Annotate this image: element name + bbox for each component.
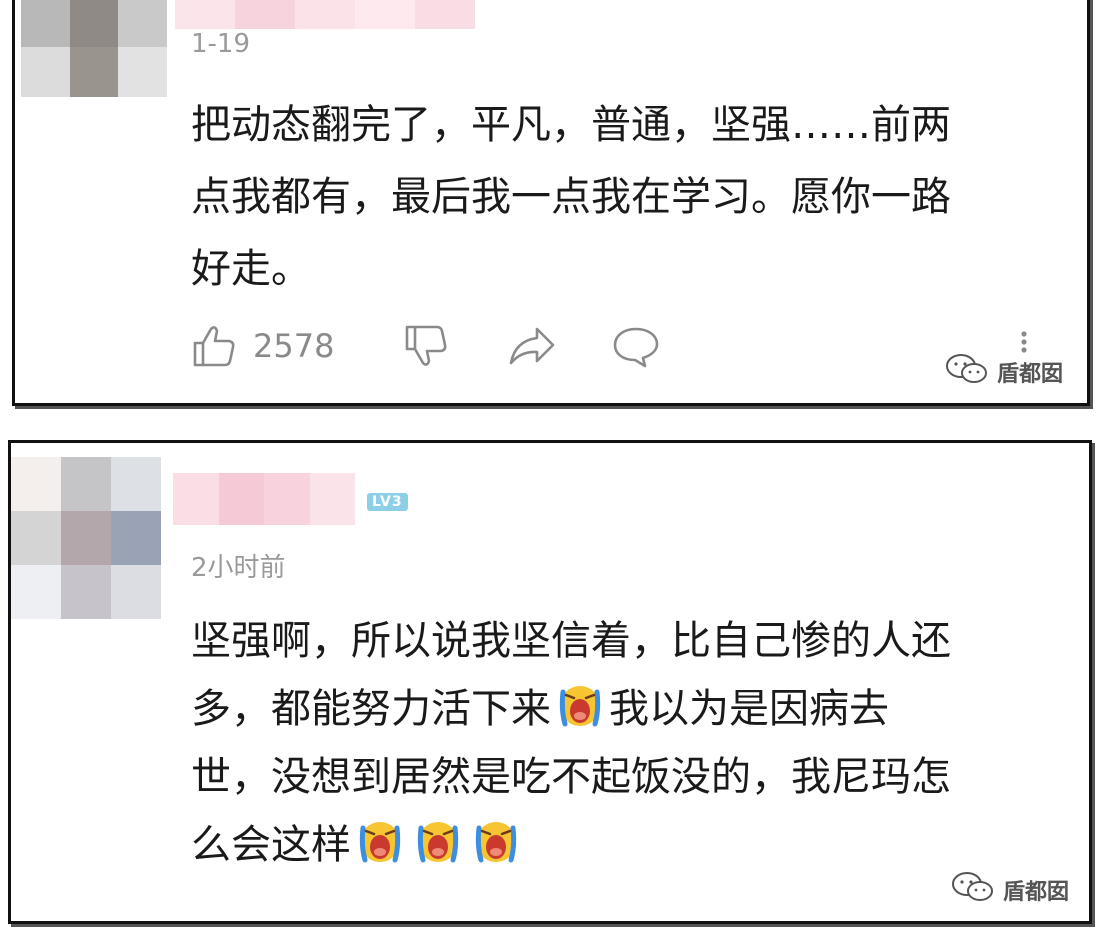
avatar[interactable] (21, 0, 167, 97)
comment-icon (611, 323, 661, 369)
wechat-logo-icon (943, 353, 997, 391)
username-blurred[interactable] (175, 0, 475, 29)
share-icon (507, 323, 557, 369)
avatar[interactable] (11, 457, 161, 619)
dislike-button[interactable] (403, 323, 449, 369)
comment-time: 2小时前 (191, 553, 286, 583)
crying-emoji (355, 816, 405, 866)
comment-line: 我以为是因病去 (609, 686, 889, 732)
comment-text: 坚强啊，所以说我坚信着，比自己惨的人还 多，都能努力活下来 我以为是因病去 世，没… (191, 607, 1071, 879)
comment-line: 好走。 (191, 246, 311, 292)
comment-line: 把动态翻完了，平凡，普通，坚强……前两 (191, 102, 951, 148)
crying-emoji (413, 816, 463, 866)
reply-button[interactable] (611, 323, 661, 369)
watermark-text: 盾都囡 (996, 362, 1063, 387)
thumbs-down-icon (403, 323, 449, 369)
level-badge: LV3 (367, 493, 408, 511)
crying-emoji (471, 816, 521, 866)
comment-card: LV3 2小时前 坚强啊，所以说我坚信着，比自己惨的人还 多，都能努力活下来 我以… (8, 440, 1092, 924)
comment-line: 世，没想到居然是吃不起饭没的，我尼玛怎 (191, 754, 951, 800)
comment-line: 坚强啊，所以说我坚信着，比自己惨的人还 (191, 618, 951, 664)
watermark: 盾都囡 (943, 353, 1063, 391)
comment-text: 把动态翻完了，平凡，普通，坚强……前两 点我都有，最后我一点我在学习。愿你一路 … (191, 89, 1071, 305)
crying-emoji (555, 680, 605, 730)
like-button[interactable]: 2578 (191, 323, 334, 369)
comment-line: 点我都有，最后我一点我在学习。愿你一路 (191, 174, 951, 220)
comment-card: 1-19 把动态翻完了，平凡，普通，坚强……前两 点我都有，最后我一点我在学习。… (12, 0, 1090, 406)
comment-time: 1-19 (191, 29, 251, 59)
thumbs-up-icon (191, 323, 237, 369)
watermark: 盾都囡 (949, 871, 1069, 909)
comment-actions: 2578 (191, 323, 691, 373)
username-blurred[interactable] (173, 473, 355, 525)
share-button[interactable] (507, 323, 557, 369)
wechat-logo-icon (949, 871, 1003, 909)
comment-line: 多，都能努力活下来 (191, 686, 551, 732)
comment-line: 么会这样 (191, 822, 351, 868)
watermark-text: 盾都囡 (1002, 880, 1069, 905)
like-count: 2578 (253, 327, 335, 365)
